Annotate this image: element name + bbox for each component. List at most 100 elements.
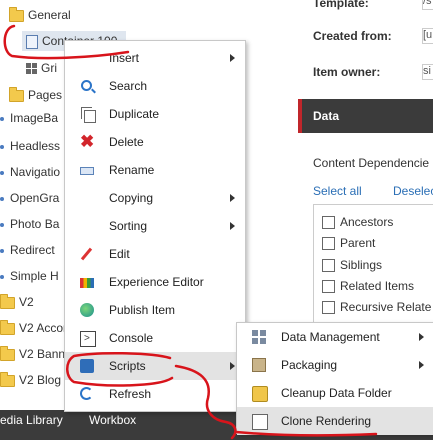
publish-icon xyxy=(80,303,94,317)
tree-item-general[interactable]: General xyxy=(9,5,71,25)
menu-item-label: Clone Rendering xyxy=(281,414,372,428)
refresh-icon xyxy=(80,387,93,400)
menu-item-scripts[interactable]: Scripts xyxy=(65,352,245,380)
template-label: Template: xyxy=(313,0,369,10)
tree-item-v2-banner[interactable]: V2 Banne xyxy=(0,344,72,364)
bullet-icon xyxy=(0,196,4,201)
tree-item-label: General xyxy=(28,8,71,22)
checkbox[interactable] xyxy=(322,301,335,315)
submenu-item-packaging[interactable]: Packaging xyxy=(237,351,433,379)
tree-item-imagebanner[interactable]: ImageBa xyxy=(0,108,58,128)
menu-item-label: Search xyxy=(109,79,148,93)
tree-item-grid[interactable]: Gri xyxy=(26,58,57,78)
tree-item-label: Simple H xyxy=(10,269,59,283)
tree-item-v2[interactable]: V2 xyxy=(0,292,34,312)
menu-item-label: Delete xyxy=(109,135,144,149)
tree-item-redirect[interactable]: Redirect xyxy=(0,240,55,260)
menu-item-duplicate[interactable]: Duplicate xyxy=(65,100,245,128)
item-owner-label: Item owner: xyxy=(313,65,381,79)
tree-item-v2-blog[interactable]: V2 Blog xyxy=(0,370,61,390)
checkbox-recursive-related[interactable]: Recursive Relate xyxy=(322,298,431,316)
folder-icon xyxy=(9,6,24,22)
bullet-icon xyxy=(0,116,4,121)
menu-item-copying[interactable]: Copying xyxy=(65,184,245,212)
taskbar-media-library[interactable]: edia Library xyxy=(0,413,63,427)
submenu-item-cleanup-data-folder[interactable]: Cleanup Data Folder xyxy=(237,379,433,407)
tree-item-photo-banner[interactable]: Photo Ba xyxy=(0,214,59,234)
tree-item-label: V2 Blog xyxy=(19,373,62,387)
tree-item-navigation[interactable]: Navigatio xyxy=(0,162,60,182)
checkbox-label: Siblings xyxy=(340,258,383,272)
menu-item-search[interactable]: Search xyxy=(65,72,245,100)
scripts-submenu: Data Management Packaging Cleanup Data F… xyxy=(236,322,433,435)
template-value: /s xyxy=(422,0,433,10)
folder-icon xyxy=(9,86,24,102)
bullet-icon xyxy=(0,222,4,227)
menu-item-insert[interactable]: Insert xyxy=(65,44,245,72)
checkbox[interactable] xyxy=(322,280,335,294)
checkbox-ancestors[interactable]: Ancestors xyxy=(322,213,393,231)
taskbar-workbox[interactable]: Workbox xyxy=(89,413,136,427)
tree-item-label: Photo Ba xyxy=(10,217,60,231)
menu-item-console[interactable]: Console xyxy=(65,324,245,353)
created-from-label: Created from: xyxy=(313,29,392,43)
edit-icon xyxy=(80,247,93,261)
menu-item-label: Insert xyxy=(109,51,140,65)
tree-item-label: Navigatio xyxy=(10,165,61,179)
bullet-icon xyxy=(0,170,4,175)
cleanup-icon xyxy=(252,386,268,402)
tree-item-label: Redirect xyxy=(10,243,55,257)
menu-item-label: Sorting xyxy=(109,219,148,233)
rename-icon xyxy=(80,167,94,175)
bullet-icon xyxy=(0,248,4,253)
menu-item-label: Cleanup Data Folder xyxy=(281,386,392,400)
menu-item-label: Duplicate xyxy=(109,107,160,121)
deselect-link[interactable]: Deselec xyxy=(393,184,433,198)
checkbox-siblings[interactable]: Siblings xyxy=(322,256,382,274)
folder-icon xyxy=(0,319,15,335)
data-management-icon xyxy=(252,330,266,344)
menu-item-publish-item[interactable]: Publish Item xyxy=(65,296,245,324)
menu-item-experience-editor[interactable]: Experience Editor xyxy=(65,268,245,296)
submenu-arrow-icon xyxy=(230,54,235,62)
clone-rendering-icon xyxy=(252,414,268,430)
menu-item-label: Scripts xyxy=(109,359,146,373)
checkbox-related-items[interactable]: Related Items xyxy=(322,277,414,295)
submenu-item-data-management[interactable]: Data Management xyxy=(237,323,433,351)
search-icon xyxy=(81,80,92,91)
checkbox[interactable] xyxy=(322,259,335,273)
submenu-arrow-icon xyxy=(230,222,235,230)
tree-item-label: ImageBa xyxy=(10,111,59,125)
menu-item-refresh[interactable]: Refresh xyxy=(65,380,245,408)
content-dependencies-label: Content Dependencie xyxy=(313,156,430,170)
checkbox-label: Ancestors xyxy=(340,215,394,229)
tree-item-simple-hero[interactable]: Simple H xyxy=(0,266,59,286)
created-from-value: [u xyxy=(422,28,433,44)
tree-item-opengraph[interactable]: OpenGra xyxy=(0,188,59,208)
submenu-arrow-icon xyxy=(230,362,235,370)
tree-item-label: V2 xyxy=(19,295,34,309)
tree-item-v2-accordion[interactable]: V2 Accor xyxy=(0,318,67,338)
checkbox[interactable] xyxy=(322,237,335,251)
tree-item-pages[interactable]: Pages xyxy=(9,85,62,105)
checkbox-parent[interactable]: Parent xyxy=(322,234,375,252)
checkbox-label: Parent xyxy=(340,236,376,250)
checkbox[interactable] xyxy=(322,216,335,230)
menu-item-edit[interactable]: Edit xyxy=(65,240,245,268)
menu-item-delete[interactable]: ✖ Delete xyxy=(65,128,245,156)
submenu-item-clone-rendering[interactable]: Clone Rendering xyxy=(237,407,433,435)
menu-item-label: Console xyxy=(109,331,154,345)
item-owner-value: si xyxy=(422,64,433,80)
data-section-header[interactable]: Data xyxy=(298,99,433,133)
tree-item-label: Pages xyxy=(28,88,63,102)
menu-item-label: Rename xyxy=(109,163,155,177)
menu-item-rename[interactable]: Rename xyxy=(65,156,245,184)
folder-icon xyxy=(0,371,15,387)
menu-item-label: Data Management xyxy=(281,330,380,344)
select-all-link[interactable]: Select all xyxy=(313,184,362,198)
document-icon xyxy=(26,34,38,49)
folder-icon xyxy=(0,345,15,361)
tree-item-headless[interactable]: Headless xyxy=(0,136,60,156)
section-title: Data xyxy=(313,109,340,123)
menu-item-sorting[interactable]: Sorting xyxy=(65,212,245,240)
